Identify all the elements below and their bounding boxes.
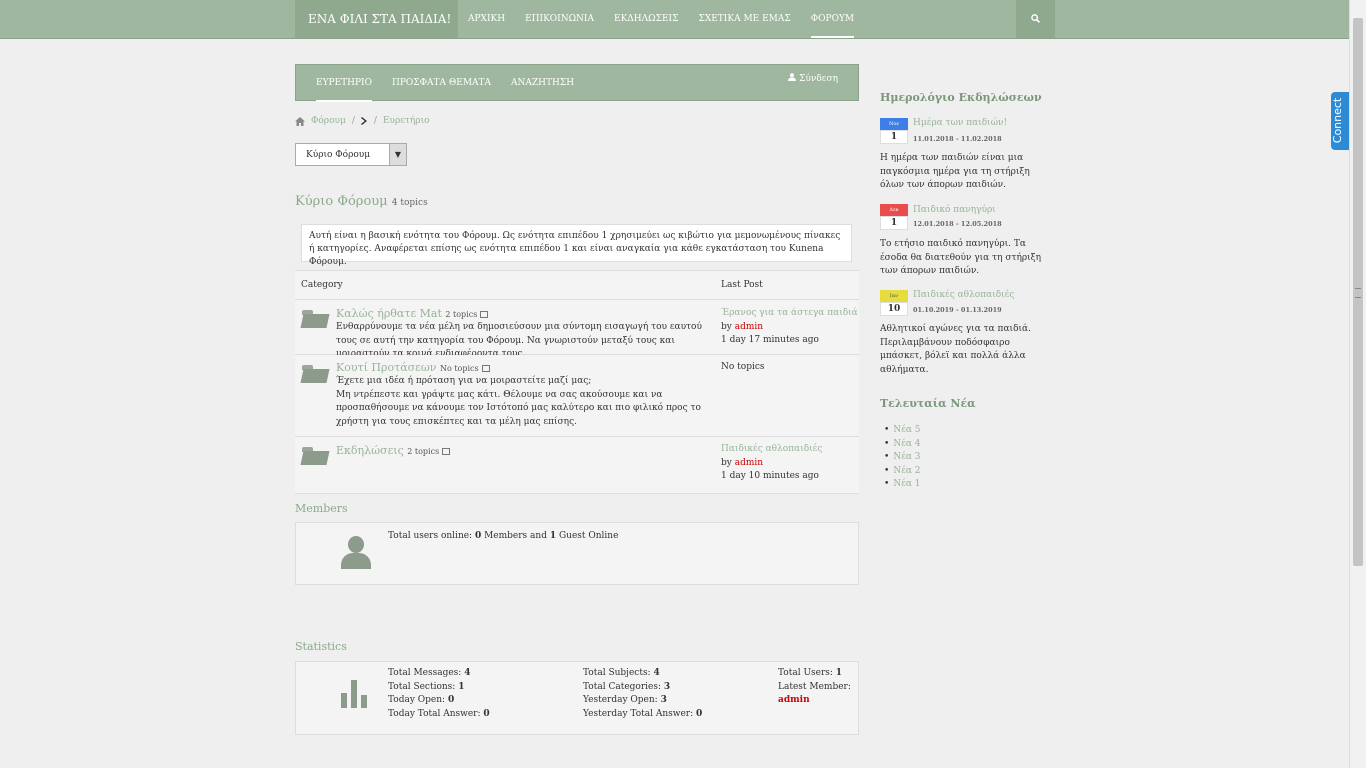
stats-column-2: Total Subjects: 4 Total Categories: 3 Ye… <box>583 668 703 719</box>
last-post-title[interactable]: Παιδικές αθλοπαιδιές <box>721 444 822 454</box>
connect-label: Connect <box>1331 97 1345 144</box>
category-row: Εκδηλώσεις 2 topics Παιδικές αθλοπαιδιές… <box>295 437 859 494</box>
calendar-icon: Νοε 1 <box>880 118 908 144</box>
last-post-time: 1 day 10 minutes ago <box>721 471 819 481</box>
header-last-post: Last Post <box>721 280 763 290</box>
user-avatar-icon <box>339 536 373 570</box>
stats-column-3: Total Users: 1 Latest Member: admin <box>778 668 851 705</box>
last-post-author[interactable]: admin <box>735 322 763 332</box>
members-panel: Total users online: 0 Members and 1 Gues… <box>295 522 859 585</box>
tab-recent-topics[interactable]: ΠΡΟΣΦΑΤΑ ΘΕΜΑΤΑ <box>392 65 491 102</box>
nav-events[interactable]: ΕΚΔΗΛΩΣΕΙΣ <box>614 0 678 38</box>
last-post-title[interactable]: Έρανος για τα άστεγα παιδιά <box>721 308 858 318</box>
site-brand[interactable]: ΕΝΑ ΦΙΛΙ ΣΤΑ ΠΑΙΔΙΑ! <box>295 0 458 38</box>
event-description: Αθλητικοί αγώνες για τα παιδιά. Περιλαμβ… <box>880 324 1031 375</box>
chevron-down-icon[interactable]: ▼ <box>389 144 406 165</box>
rss-icon <box>481 364 490 372</box>
event-dates: 12.01.2018 - 12.05.2018 <box>913 220 1002 228</box>
tab-index[interactable]: ΕΥΡΕΤΗΡΙΟ <box>316 65 372 102</box>
last-post: Παιδικές αθλοπαιδιές by admin 1 day 10 m… <box>721 444 823 481</box>
event-description: Το ετήσιο παιδικό πανηγύρι. Τα έσοδα θα … <box>880 239 1042 276</box>
scrollbar-grip-icon <box>1355 288 1361 298</box>
latest-member-link[interactable]: admin <box>778 695 810 705</box>
select-value: Κύριο Φόρουμ <box>306 150 371 160</box>
category-row: Κουτί Προτάσεων No topics Έχετε μια ιδέα… <box>295 355 859 437</box>
search-button[interactable] <box>1016 0 1055 38</box>
breadcrumb-home[interactable]: Φόρουμ <box>311 116 346 126</box>
category-name[interactable]: Καλώς ήρθατε Mat 2 topics <box>336 307 489 320</box>
news-item[interactable]: Νέα 2 <box>884 465 920 479</box>
search-icon <box>1031 14 1040 23</box>
login-label: Σύνδεση <box>799 74 838 84</box>
breadcrumb: Φόρουμ / / Ευρετήριο <box>295 116 430 126</box>
chevron-right-icon <box>360 117 367 125</box>
news-item[interactable]: Νέα 1 <box>884 478 920 492</box>
latest-news-title: Τελευταία Νέα <box>880 397 976 410</box>
event-title[interactable]: Παιδικό πανηγύρι <box>913 205 996 215</box>
connect-tab[interactable]: Connect <box>1331 92 1349 150</box>
statistics-panel: Total Messages: 4 Total Sections: 1 Toda… <box>295 661 859 735</box>
rss-icon <box>442 447 451 455</box>
forum-jump-select[interactable]: Κύριο Φόρουμ ▼ <box>295 143 407 166</box>
last-post: Έρανος για τα άστεγα παιδιά by admin 1 d… <box>721 308 858 345</box>
user-icon <box>788 73 797 81</box>
nav-forum[interactable]: ΦΟΡΟΥΜ <box>810 0 855 38</box>
category-table: Category Last Post Καλώς ήρθατε Mat 2 to… <box>295 270 859 494</box>
main-menu: ΑΡΧΙΚΗ ΕΠΙΚΟΙΝΩΝΙΑ ΕΚΔΗΛΩΣΕΙΣ ΣΧΕΤΙΚΑ ΜΕ… <box>468 0 874 38</box>
page-scrollbar[interactable] <box>1349 0 1366 768</box>
last-post-time: 1 day 17 minutes ago <box>721 335 819 345</box>
breadcrumb-separator: / <box>373 116 377 126</box>
calendar-icon: Δεκ 1 <box>880 204 908 230</box>
nav-contact[interactable]: ΕΠΙΚΟΙΝΩΝΙΑ <box>525 0 594 38</box>
rss-icon <box>480 310 489 318</box>
nav-about[interactable]: ΣΧΕΤΙΚΑ ΜΕ ΕΜΑΣ <box>698 0 790 38</box>
last-post-author[interactable]: admin <box>735 458 763 468</box>
statistics-title: Statistics <box>295 640 347 653</box>
members-title: Members <box>295 502 348 515</box>
bar-chart-icon <box>341 680 373 708</box>
folder-icon <box>300 447 330 465</box>
news-list: Νέα 5 Νέα 4 Νέα 3 Νέα 2 Νέα 1 <box>884 424 920 492</box>
news-item[interactable]: Νέα 4 <box>884 438 920 452</box>
top-navbar: ΕΝΑ ΦΙΛΙ ΣΤΑ ΠΑΙΔΙΑ! ΑΡΧΙΚΗ ΕΠΙΚΟΙΝΩΝΙΑ … <box>0 0 1350 39</box>
category-name[interactable]: Κουτί Προτάσεων No topics <box>336 361 490 374</box>
tab-search[interactable]: ΑΝΑΖΗΤΗΣΗ <box>511 65 574 102</box>
home-icon <box>295 116 305 126</box>
section-title[interactable]: Κύριο Φόρουμ 4 topics <box>295 194 428 209</box>
news-item[interactable]: Νέα 3 <box>884 451 920 465</box>
breadcrumb-current[interactable]: Ευρετήριο <box>383 116 430 126</box>
event-title[interactable]: Παιδικές αθλοπαιδιές <box>913 290 1014 300</box>
event-dates: 01.10.2019 - 01.13.2019 <box>913 306 1002 314</box>
section-description: Αυτή είναι η βασική ενότητα του Φόρουμ. … <box>301 224 852 267</box>
category-description: Έχετε μια ιδέα ή πρόταση για να μοιραστε… <box>336 376 701 427</box>
stats-column-1: Total Messages: 4 Total Sections: 1 Toda… <box>388 668 490 719</box>
category-row: Καλώς ήρθατε Mat 2 topics Ενθαρρύνουμε τ… <box>295 300 859 359</box>
online-users-text: Total users online: 0 Members and 1 Gues… <box>388 531 619 541</box>
folder-icon <box>300 365 330 383</box>
event-dates: 11.01.2018 - 11.02.2018 <box>913 135 1002 143</box>
event-description: Η ημέρα των παιδιών είναι μια παγκόσμια … <box>880 153 1030 190</box>
header-category: Category <box>301 280 343 290</box>
calendar-icon: Ιαν 10 <box>880 290 908 316</box>
breadcrumb-separator: / <box>351 116 355 126</box>
events-calendar-title: Ημερολόγιο Εκδηλώσεων <box>880 91 1042 104</box>
category-name[interactable]: Εκδηλώσεις 2 topics <box>336 444 451 457</box>
section-topic-count: 4 topics <box>391 198 428 208</box>
event-title[interactable]: Ημέρα των παιδιών! <box>913 118 1007 128</box>
news-item[interactable]: Νέα 5 <box>884 424 920 438</box>
last-post-none: No topics <box>721 362 765 372</box>
forum-menu-bar: ΕΥΡΕΤΗΡΙΟ ΠΡΟΣΦΑΤΑ ΘΕΜΑΤΑ ΑΝΑΖΗΤΗΣΗ Σύνδ… <box>295 64 859 102</box>
nav-home[interactable]: ΑΡΧΙΚΗ <box>468 0 505 38</box>
folder-icon <box>300 310 330 328</box>
login-link[interactable]: Σύνδεση <box>788 65 838 93</box>
table-header: Category Last Post <box>295 270 859 300</box>
